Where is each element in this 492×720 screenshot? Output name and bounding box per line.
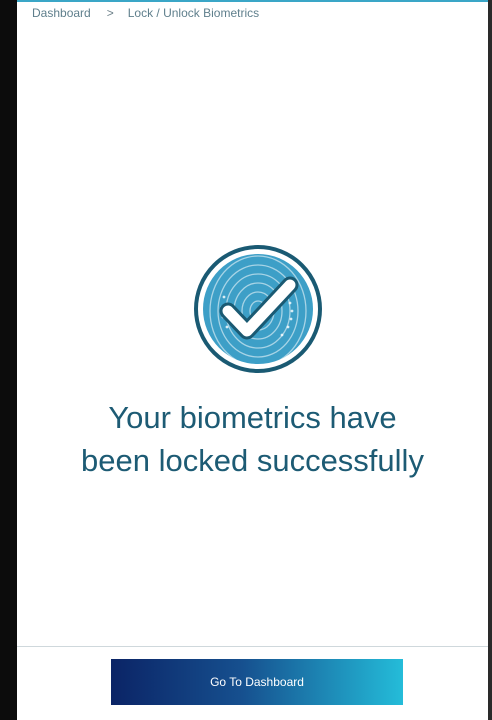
success-message: Your biometrics have been locked success… <box>17 396 488 482</box>
go-to-dashboard-button[interactable]: Go To Dashboard <box>111 659 403 705</box>
breadcrumb-dashboard-link[interactable]: Dashboard <box>32 6 91 20</box>
footer-divider <box>17 646 488 647</box>
top-accent-line <box>17 0 488 2</box>
success-message-line-1: Your biometrics have <box>108 400 397 435</box>
success-message-line-2: been locked successfully <box>81 443 424 478</box>
breadcrumb: Dashboard > Lock / Unlock Biometrics <box>32 6 259 20</box>
device-frame-edge <box>488 0 492 720</box>
biometric-check-icon <box>194 245 322 373</box>
breadcrumb-separator: > <box>106 6 114 20</box>
app-screen: Dashboard > Lock / Unlock Biometrics You… <box>17 0 488 720</box>
breadcrumb-current: Lock / Unlock Biometrics <box>127 6 260 20</box>
